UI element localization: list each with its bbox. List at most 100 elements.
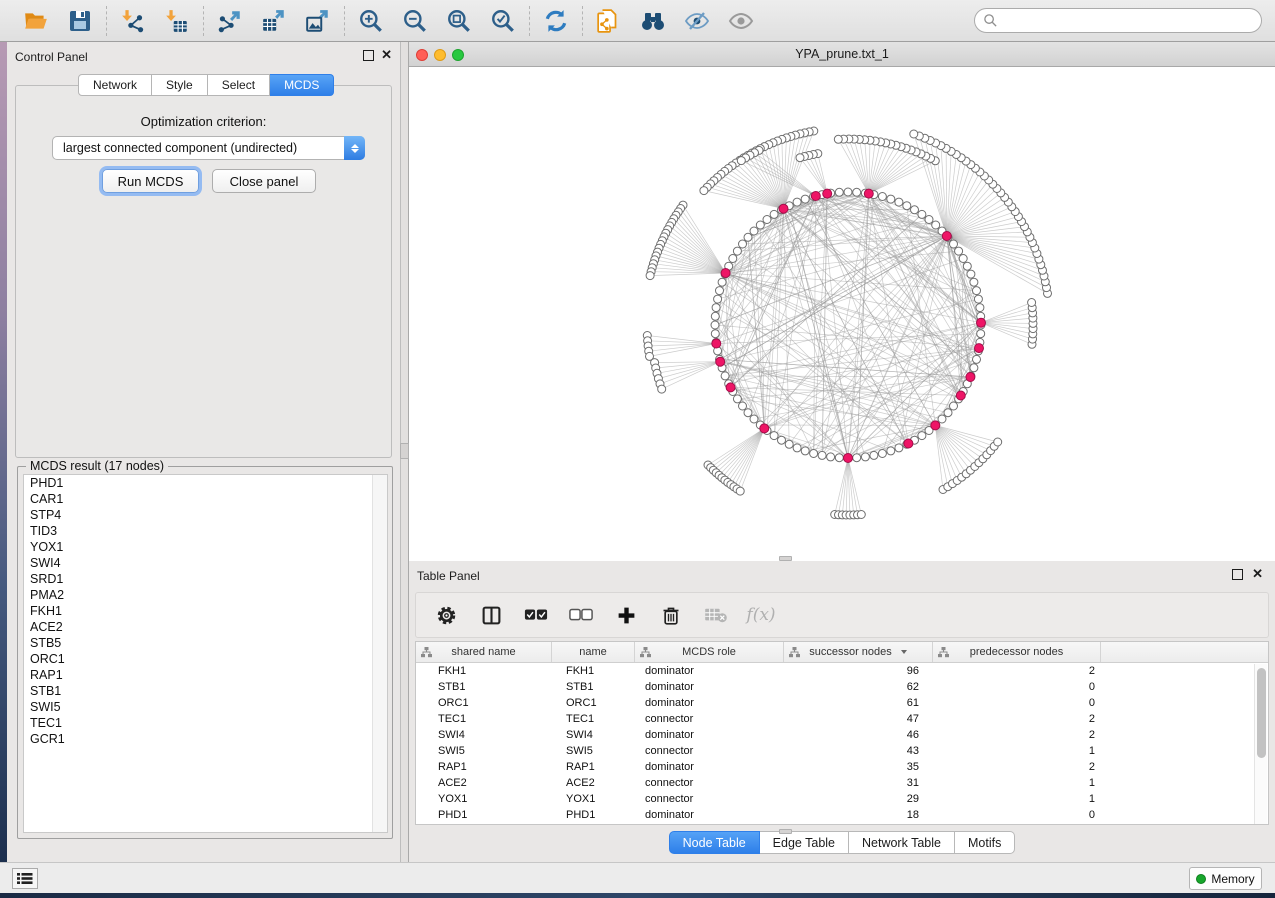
tab-edge-table[interactable]: Edge Table	[760, 831, 849, 854]
network-node[interactable]	[793, 198, 801, 206]
mcds-result-item[interactable]: FKH1	[24, 603, 387, 619]
network-leaf-node[interactable]	[646, 272, 654, 280]
network-node[interactable]	[970, 278, 978, 286]
close-panel-icon[interactable]: ✕	[381, 47, 392, 63]
network-node[interactable]	[711, 330, 719, 338]
mcds-dominator-node[interactable]	[712, 339, 721, 348]
network-node[interactable]	[801, 195, 809, 203]
network-node[interactable]	[973, 355, 981, 363]
table-row[interactable]: SWI4SWI4dominator462	[416, 727, 1268, 743]
table-row[interactable]: ORC1ORC1dominator610	[416, 695, 1268, 711]
zoom-selected-button[interactable]	[489, 7, 517, 35]
optimization-criterion-select[interactable]: largest connected component (undirected)	[52, 136, 365, 160]
network-node[interactable]	[750, 415, 758, 423]
mcds-result-item[interactable]: GCR1	[24, 731, 387, 747]
network-leaf-node[interactable]	[700, 187, 708, 195]
network-node[interactable]	[770, 432, 778, 440]
float-panel-icon[interactable]	[1232, 569, 1243, 580]
import-network-button[interactable]	[119, 7, 147, 35]
export-network-button[interactable]	[216, 7, 244, 35]
show-log-button[interactable]	[12, 868, 38, 889]
column-header-shared-name[interactable]: shared name	[416, 642, 552, 662]
network-node[interactable]	[925, 216, 933, 224]
network-node[interactable]	[778, 436, 786, 444]
mcds-dominator-node[interactable]	[811, 192, 820, 201]
mcds-result-item[interactable]: STB5	[24, 635, 387, 651]
delete-column-button[interactable]	[659, 603, 683, 627]
network-node[interactable]	[878, 193, 886, 201]
network-node[interactable]	[967, 270, 975, 278]
show-columns-button[interactable]	[479, 603, 503, 627]
network-node[interactable]	[721, 372, 729, 380]
network-node[interactable]	[733, 247, 741, 255]
network-leaf-node[interactable]	[834, 135, 842, 143]
network-leaf-node[interactable]	[1028, 299, 1036, 307]
network-node[interactable]	[827, 453, 835, 461]
network-leaf-node[interactable]	[857, 511, 865, 519]
network-node[interactable]	[801, 447, 809, 455]
network-node[interactable]	[744, 233, 752, 241]
network-node[interactable]	[973, 287, 981, 295]
tab-select[interactable]: Select	[208, 74, 270, 96]
splitter-handle[interactable]	[400, 443, 409, 459]
network-node[interactable]	[950, 402, 958, 410]
mcds-result-item[interactable]: CAR1	[24, 491, 387, 507]
mcds-result-item[interactable]: PHD1	[24, 475, 387, 491]
tab-network-table[interactable]: Network Table	[849, 831, 955, 854]
mcds-dominator-node[interactable]	[726, 383, 735, 392]
mcds-result-item[interactable]: ORC1	[24, 651, 387, 667]
network-node[interactable]	[756, 221, 764, 229]
memory-button[interactable]: Memory	[1189, 867, 1262, 890]
network-leaf-node[interactable]	[737, 157, 745, 165]
network-node[interactable]	[793, 444, 801, 452]
column-header-predecessor-nodes[interactable]: predecessor nodes	[933, 642, 1101, 662]
network-node[interactable]	[977, 330, 985, 338]
network-node[interactable]	[976, 304, 984, 312]
tab-network[interactable]: Network	[78, 74, 152, 96]
mcds-dominator-node[interactable]	[760, 424, 769, 433]
network-node[interactable]	[895, 198, 903, 206]
network-leaf-node[interactable]	[736, 487, 744, 495]
refresh-layout-button[interactable]	[542, 7, 570, 35]
mcds-result-item[interactable]: ACE2	[24, 619, 387, 635]
network-node[interactable]	[955, 247, 963, 255]
tab-motifs[interactable]: Motifs	[955, 831, 1015, 854]
mcds-result-item[interactable]: SWI4	[24, 555, 387, 571]
table-row[interactable]: STB1STB1dominator620	[416, 679, 1268, 695]
zoom-out-button[interactable]	[401, 7, 429, 35]
save-session-button[interactable]	[66, 7, 94, 35]
network-node[interactable]	[810, 450, 818, 458]
network-leaf-node[interactable]	[658, 385, 666, 393]
network-node[interactable]	[903, 202, 911, 210]
network-node[interactable]	[770, 210, 778, 218]
mcds-result-item[interactable]: TID3	[24, 523, 387, 539]
network-node[interactable]	[895, 444, 903, 452]
search-input[interactable]	[998, 14, 1238, 28]
network-node[interactable]	[887, 195, 895, 203]
tab-node-table[interactable]: Node Table	[669, 831, 760, 854]
network-node[interactable]	[785, 440, 793, 448]
clone-network-button[interactable]	[595, 7, 623, 35]
mcds-result-item[interactable]: PMA2	[24, 587, 387, 603]
mcds-result-item[interactable]: RAP1	[24, 667, 387, 683]
mcds-dominator-node[interactable]	[844, 454, 853, 463]
float-panel-icon[interactable]	[363, 50, 374, 61]
network-node[interactable]	[970, 364, 978, 372]
mcds-result-item[interactable]: SRD1	[24, 571, 387, 587]
select-all-rows-button[interactable]	[524, 603, 548, 627]
table-scrollbar-thumb[interactable]	[1257, 668, 1266, 758]
show-hidden-button[interactable]	[727, 7, 755, 35]
network-canvas[interactable]	[409, 67, 1275, 561]
deselect-all-rows-button[interactable]	[569, 603, 593, 627]
network-node[interactable]	[870, 451, 878, 459]
add-column-button[interactable]	[614, 603, 638, 627]
mcds-result-item[interactable]: YOX1	[24, 539, 387, 555]
network-node[interactable]	[853, 188, 861, 196]
network-node[interactable]	[887, 447, 895, 455]
network-node[interactable]	[729, 255, 737, 263]
network-node[interactable]	[712, 304, 720, 312]
mcds-dominator-node[interactable]	[975, 344, 984, 353]
mcds-dominator-node[interactable]	[779, 204, 788, 213]
mcds-result-item[interactable]: SWI5	[24, 699, 387, 715]
network-node[interactable]	[835, 454, 843, 462]
